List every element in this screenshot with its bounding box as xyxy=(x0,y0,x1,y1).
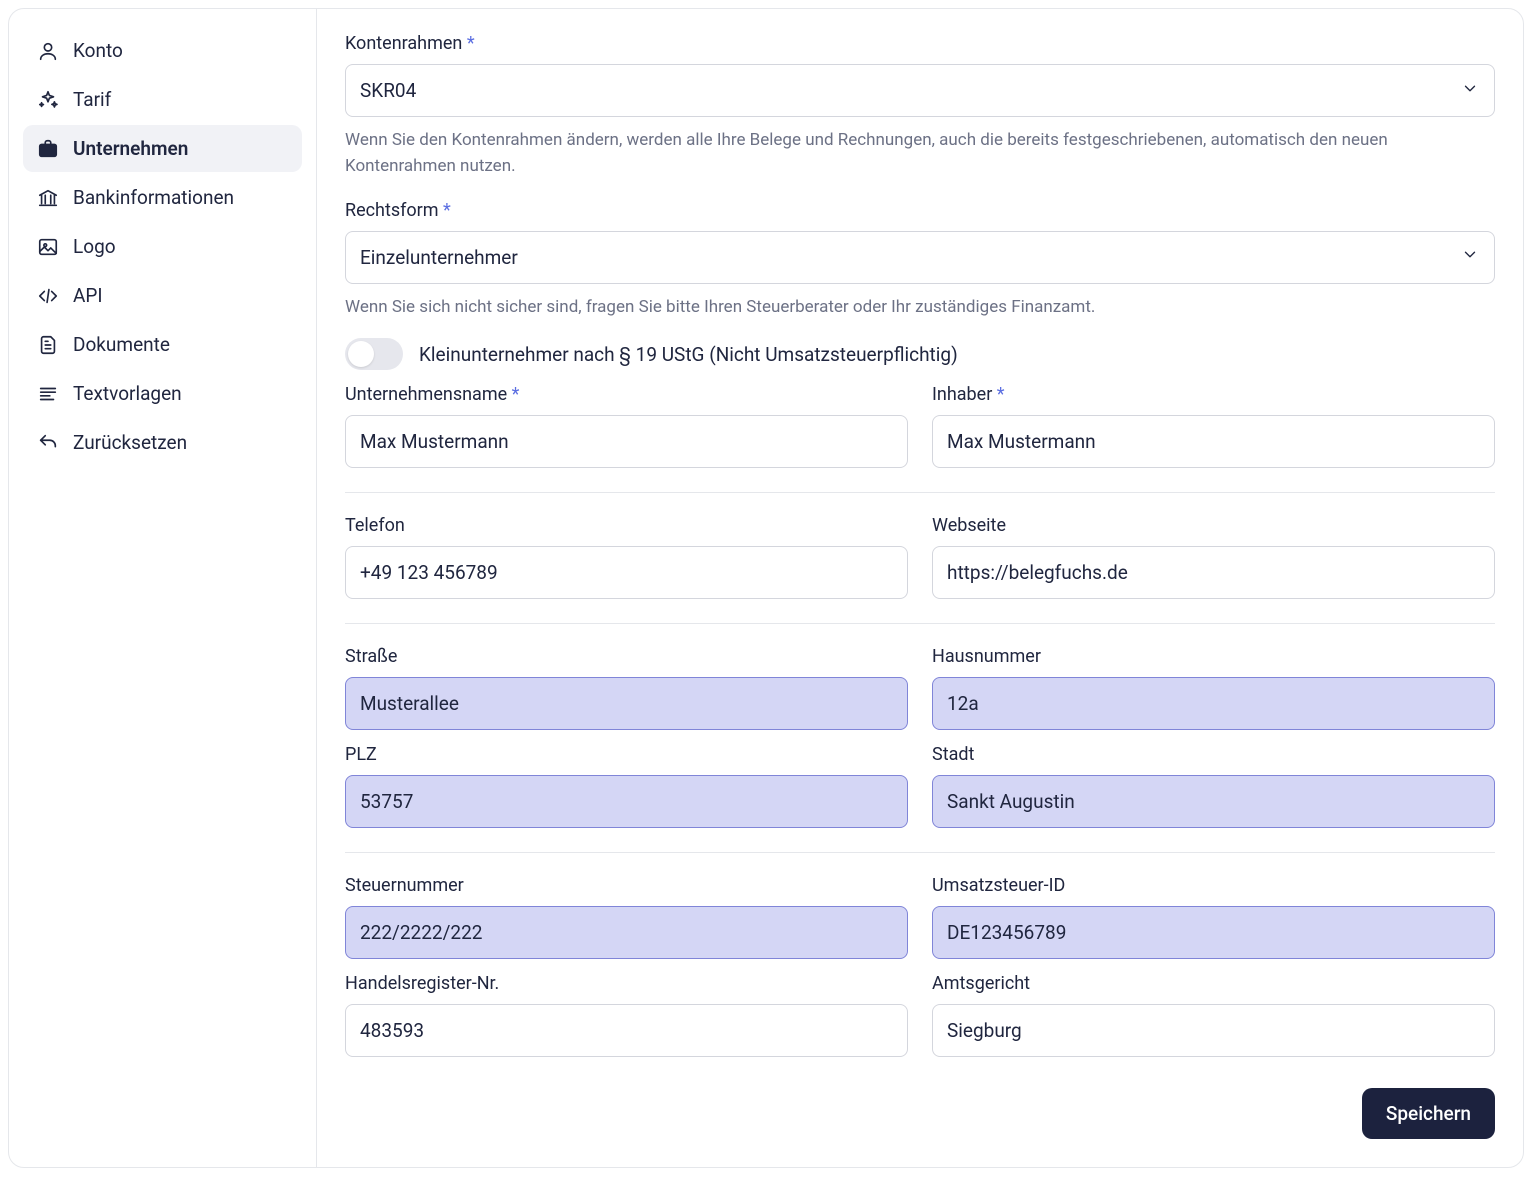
hausnummer-label: Hausnummer xyxy=(932,646,1495,667)
unternehmensname-label: Unternehmensname * xyxy=(345,384,908,405)
save-button[interactable]: Speichern xyxy=(1362,1088,1495,1139)
telefon-input[interactable] xyxy=(345,546,908,599)
sidebar-item-api[interactable]: API xyxy=(23,272,302,319)
sidebar-item-label: Zurücksetzen xyxy=(73,431,187,454)
user-icon xyxy=(37,40,59,62)
divider xyxy=(345,623,1495,624)
unternehmensname-input[interactable] xyxy=(345,415,908,468)
inhaber-input[interactable] xyxy=(932,415,1495,468)
kontenrahmen-label: Kontenrahmen * xyxy=(345,33,1495,54)
sidebar-item-unternehmen[interactable]: Unternehmen xyxy=(23,125,302,172)
sparkles-icon xyxy=(37,89,59,111)
code-icon xyxy=(37,285,59,307)
divider xyxy=(345,492,1495,493)
inhaber-label: Inhaber * xyxy=(932,384,1495,405)
sidebar-item-label: API xyxy=(73,284,103,307)
hausnummer-input[interactable] xyxy=(932,677,1495,730)
sidebar-item-logo[interactable]: Logo xyxy=(23,223,302,270)
sidebar-item-label: Unternehmen xyxy=(73,137,188,160)
briefcase-icon xyxy=(37,138,59,160)
sidebar-item-label: Konto xyxy=(73,39,123,62)
sidebar-item-label: Logo xyxy=(73,235,116,258)
bank-icon xyxy=(37,187,59,209)
sidebar-item-dokumente[interactable]: Dokumente xyxy=(23,321,302,368)
text-lines-icon xyxy=(37,383,59,405)
document-icon xyxy=(37,334,59,356)
webseite-input[interactable] xyxy=(932,546,1495,599)
sidebar-item-bankinformationen[interactable]: Bankinformationen xyxy=(23,174,302,221)
strasse-label: Straße xyxy=(345,646,908,667)
rechtsform-select[interactable]: Einzelunternehmer xyxy=(345,231,1495,284)
amtsgericht-label: Amtsgericht xyxy=(932,973,1495,994)
amtsgericht-input[interactable] xyxy=(932,1004,1495,1057)
handelsregister-label: Handelsregister-Nr. xyxy=(345,973,908,994)
plz-input[interactable] xyxy=(345,775,908,828)
kontenrahmen-help: Wenn Sie den Kontenrahmen ändern, werden… xyxy=(345,127,1495,180)
kleinunternehmer-label: Kleinunternehmer nach § 19 UStG (Nicht U… xyxy=(419,343,958,366)
steuernummer-input[interactable] xyxy=(345,906,908,959)
sidebar-item-zuruecksetzen[interactable]: Zurücksetzen xyxy=(23,419,302,466)
sidebar-item-label: Dokumente xyxy=(73,333,170,356)
steuernummer-label: Steuernummer xyxy=(345,875,908,896)
telefon-label: Telefon xyxy=(345,515,908,536)
kontenrahmen-select[interactable]: SKR04 xyxy=(345,64,1495,117)
sidebar-item-tarif[interactable]: Tarif xyxy=(23,76,302,123)
sidebar-item-label: Textvorlagen xyxy=(73,382,182,405)
sidebar: Konto Tarif Unternehmen Bankinformatione… xyxy=(9,9,317,1167)
undo-icon xyxy=(37,432,59,454)
main-content: Kontenrahmen * SKR04 Wenn Sie den Konten… xyxy=(317,9,1523,1167)
stadt-label: Stadt xyxy=(932,744,1495,765)
rechtsform-help: Wenn Sie sich nicht sicher sind, fragen … xyxy=(345,294,1495,320)
ustid-label: Umsatzsteuer-ID xyxy=(932,875,1495,896)
handelsregister-input[interactable] xyxy=(345,1004,908,1057)
kleinunternehmer-toggle[interactable] xyxy=(345,338,403,370)
sidebar-item-textvorlagen[interactable]: Textvorlagen xyxy=(23,370,302,417)
sidebar-item-label: Bankinformationen xyxy=(73,186,234,209)
sidebar-item-label: Tarif xyxy=(73,88,111,111)
sidebar-item-konto[interactable]: Konto xyxy=(23,27,302,74)
ustid-input[interactable] xyxy=(932,906,1495,959)
divider xyxy=(345,852,1495,853)
image-icon xyxy=(37,236,59,258)
webseite-label: Webseite xyxy=(932,515,1495,536)
rechtsform-label: Rechtsform * xyxy=(345,200,1495,221)
plz-label: PLZ xyxy=(345,744,908,765)
strasse-input[interactable] xyxy=(345,677,908,730)
stadt-input[interactable] xyxy=(932,775,1495,828)
